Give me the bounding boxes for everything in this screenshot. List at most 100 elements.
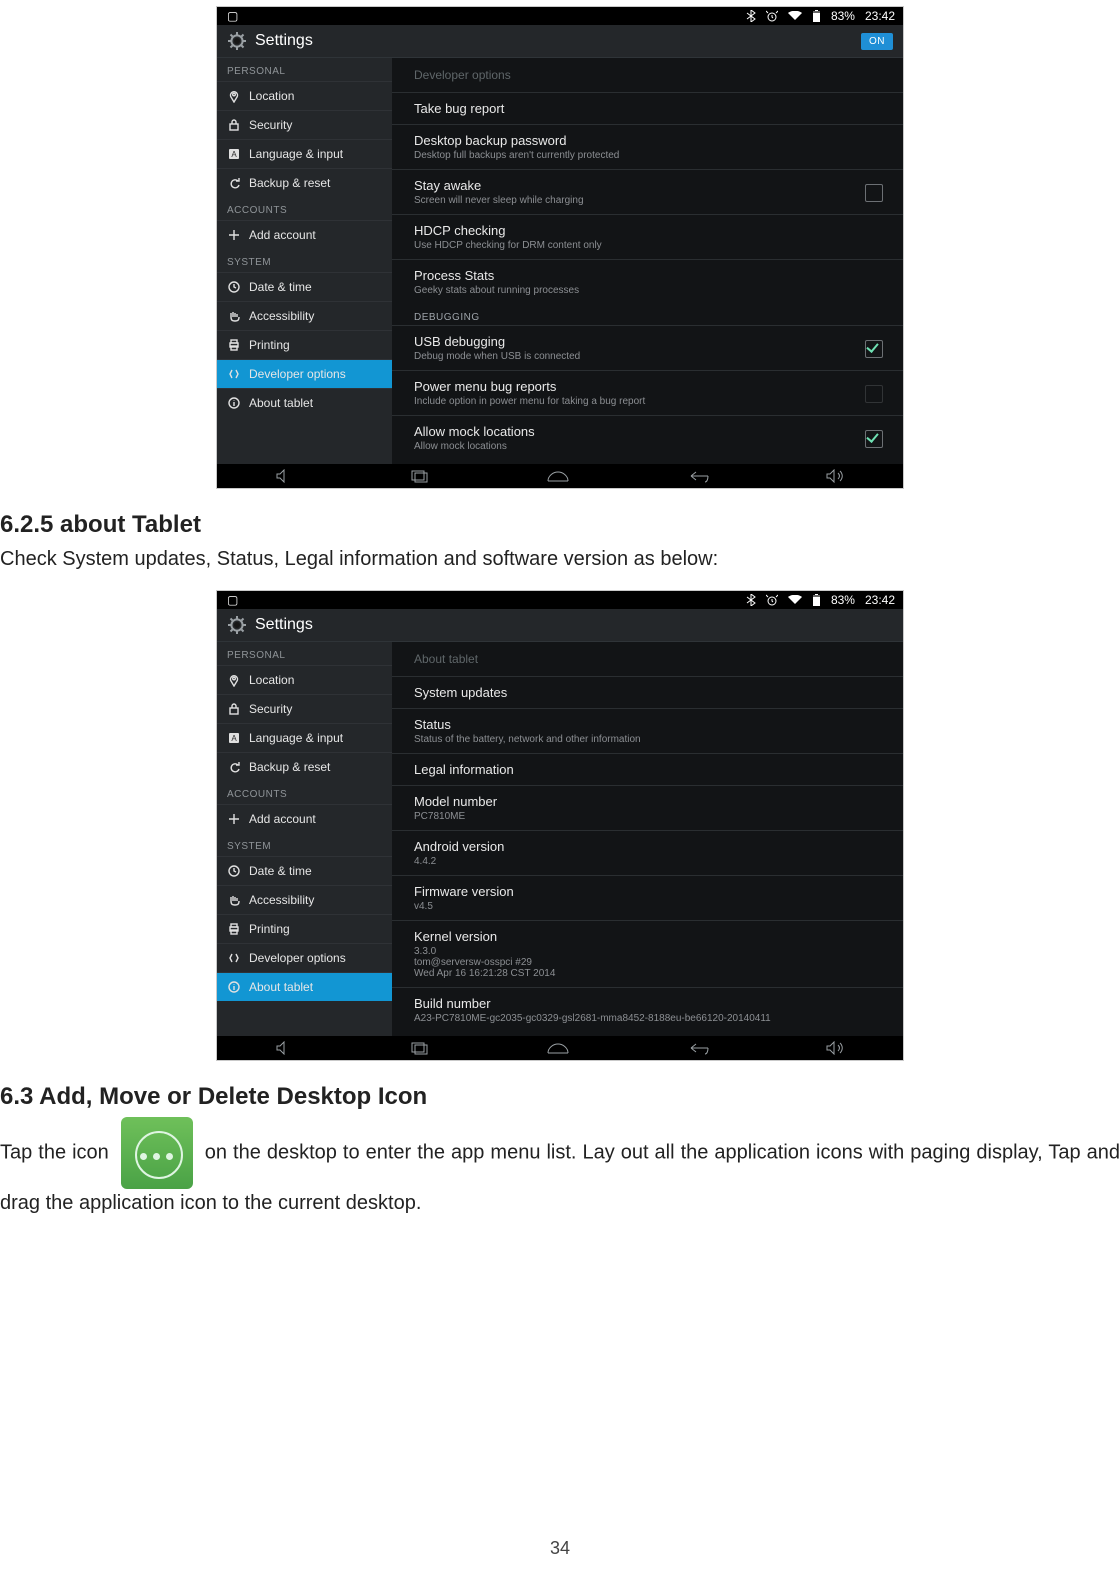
settings-row[interactable]: Stay awake Screen will never sleep while … bbox=[392, 169, 903, 214]
clock-icon bbox=[227, 864, 241, 878]
vol-down-icon[interactable] bbox=[274, 469, 296, 483]
sidebar-item-language-input[interactable]: A Language & input bbox=[217, 139, 392, 168]
sidebar-hdr-personal: PERSONAL bbox=[217, 642, 392, 665]
lang-icon: A bbox=[227, 147, 241, 161]
sidebar-item-security[interactable]: Security bbox=[217, 694, 392, 723]
row-subtitle: Screen will never sleep while charging bbox=[414, 195, 881, 206]
clock-text: 23:42 bbox=[865, 9, 895, 23]
heading-63: 6.3 Add, Move or Delete Desktop Icon bbox=[0, 1083, 1120, 1111]
sidebar-item-label: Accessibility bbox=[249, 893, 314, 907]
home-icon[interactable] bbox=[545, 469, 571, 483]
vol-up-icon[interactable] bbox=[824, 469, 846, 483]
checkbox[interactable] bbox=[865, 430, 883, 448]
sidebar-item-backup-reset[interactable]: Backup & reset bbox=[217, 168, 392, 197]
sidebar-item-printing[interactable]: Printing bbox=[217, 330, 392, 359]
settings-row[interactable]: StatusStatus of the battery, network and… bbox=[392, 708, 903, 753]
row-title: Stay awake bbox=[414, 178, 881, 193]
settings-row[interactable]: Build numberA23-PC7810ME-gc2035-gc0329-g… bbox=[392, 987, 903, 1032]
sidebar-item-printing[interactable]: Printing bbox=[217, 914, 392, 943]
row-subtitle: PC7810ME bbox=[414, 811, 881, 822]
row-subtitle: 4.4.2 bbox=[414, 856, 881, 867]
sidebar-item-label: Add account bbox=[249, 228, 316, 242]
sidebar-item-add-account[interactable]: Add account bbox=[217, 804, 392, 833]
checkbox[interactable] bbox=[865, 340, 883, 358]
sidebar-item-developer-options[interactable]: Developer options bbox=[217, 943, 392, 972]
sidebar-item-label: Language & input bbox=[249, 147, 343, 161]
sidebar-item-language-input[interactable]: ALanguage & input bbox=[217, 723, 392, 752]
screenshot-about-tablet: ▢ 83% 23:42 Settings PERSONAL LocationSe… bbox=[216, 590, 904, 1061]
sidebar-item-accessibility[interactable]: Accessibility bbox=[217, 301, 392, 330]
plus-icon bbox=[227, 228, 241, 242]
sidebar-item-date-time[interactable]: Date & time bbox=[217, 272, 392, 301]
alarm-icon bbox=[766, 10, 778, 22]
row-subtitle: Include option in power menu for taking … bbox=[414, 396, 881, 407]
sidebar-hdr-accounts: ACCOUNTS bbox=[217, 197, 392, 220]
grp-debugging: DEBUGGING bbox=[392, 304, 903, 325]
settings-row[interactable]: Legal information bbox=[392, 753, 903, 785]
settings-row[interactable]: Firmware versionv4.5 bbox=[392, 875, 903, 920]
settings-row[interactable]: Process StatsGeeky stats about running p… bbox=[392, 259, 903, 304]
sidebar-item-label: Security bbox=[249, 118, 292, 132]
sidebar-item-developer-options[interactable]: Developer options bbox=[217, 359, 392, 388]
row-title: Desktop backup password bbox=[414, 133, 881, 148]
bt-icon bbox=[746, 594, 756, 606]
checkbox[interactable] bbox=[865, 184, 883, 202]
settings-row[interactable]: Kernel version3.3.0tom@serversw-osspci #… bbox=[392, 920, 903, 987]
sidebar-item-label: Accessibility bbox=[249, 309, 314, 323]
settings-row[interactable]: System updates bbox=[392, 676, 903, 708]
settings-row[interactable]: HDCP checkingUse HDCP checking for DRM c… bbox=[392, 214, 903, 259]
settings-row[interactable]: Model numberPC7810ME bbox=[392, 785, 903, 830]
sidebar-item-label: About tablet bbox=[249, 980, 313, 994]
apps-launcher-icon bbox=[121, 1117, 193, 1189]
sidebar-item-accessibility[interactable]: Accessibility bbox=[217, 885, 392, 914]
back-icon[interactable] bbox=[685, 1041, 711, 1055]
home-icon[interactable] bbox=[545, 1041, 571, 1055]
svg-text:A: A bbox=[231, 734, 237, 743]
settings-row[interactable]: Desktop backup passwordDesktop full back… bbox=[392, 124, 903, 169]
on-toggle[interactable]: ON bbox=[861, 33, 893, 50]
vol-down-icon[interactable] bbox=[274, 1041, 296, 1055]
sidebar-item-security[interactable]: Security bbox=[217, 110, 392, 139]
settings-row[interactable]: Power menu bug reportsInclude option in … bbox=[392, 370, 903, 415]
page-number: 34 bbox=[0, 1538, 1120, 1559]
settings-row[interactable]: USB debuggingDebug mode when USB is conn… bbox=[392, 325, 903, 370]
text-63-pre: Tap the icon bbox=[0, 1141, 115, 1163]
navbar bbox=[217, 464, 903, 488]
sidebar-item-location[interactable]: Location bbox=[217, 665, 392, 694]
sidebar-item-add-account[interactable]: Add account bbox=[217, 220, 392, 249]
sidebar-hdr-accounts: ACCOUNTS bbox=[217, 781, 392, 804]
settings-row[interactable]: Android version4.4.2 bbox=[392, 830, 903, 875]
backup-icon bbox=[227, 176, 241, 190]
hand-icon bbox=[227, 309, 241, 323]
sidebar-item-label: Add account bbox=[249, 812, 316, 826]
sidebar-item-about-tablet[interactable]: About tablet bbox=[217, 972, 392, 1001]
sidebar-item-date-time[interactable]: Date & time bbox=[217, 856, 392, 885]
sidebar-item-label: Security bbox=[249, 702, 292, 716]
title-text: Settings bbox=[255, 32, 313, 50]
settings-row[interactable]: Take bug report bbox=[392, 92, 903, 124]
title-text: Settings bbox=[255, 616, 313, 634]
info-icon bbox=[227, 980, 241, 994]
row-title: System updates bbox=[414, 685, 881, 700]
back-icon[interactable] bbox=[685, 469, 711, 483]
sidebar-item-location[interactable]: Location bbox=[217, 81, 392, 110]
recent-icon[interactable] bbox=[409, 1041, 431, 1055]
gear-icon bbox=[227, 615, 247, 635]
devops-icon bbox=[227, 951, 241, 965]
gear-icon bbox=[227, 31, 247, 51]
status-left-icon: ▢ bbox=[227, 593, 238, 607]
sidebar: PERSONAL LocationSecurityALanguage & inp… bbox=[217, 58, 392, 464]
checkbox[interactable] bbox=[865, 385, 883, 403]
sidebar-item-backup-reset[interactable]: Backup & reset bbox=[217, 752, 392, 781]
hand-icon bbox=[227, 893, 241, 907]
sidebar-item-about-tablet[interactable]: About tablet bbox=[217, 388, 392, 417]
sidebar-item-label: Location bbox=[249, 89, 294, 103]
row-title: USB debugging bbox=[414, 334, 881, 349]
recent-icon[interactable] bbox=[409, 469, 431, 483]
vol-up-icon[interactable] bbox=[824, 1041, 846, 1055]
battery-icon bbox=[812, 594, 821, 606]
bt-icon bbox=[746, 10, 756, 22]
heading-625: 6.2.5 about Tablet bbox=[0, 511, 1120, 539]
clock-text: 23:42 bbox=[865, 593, 895, 607]
settings-row[interactable]: Allow mock locationsAllow mock locations bbox=[392, 415, 903, 460]
